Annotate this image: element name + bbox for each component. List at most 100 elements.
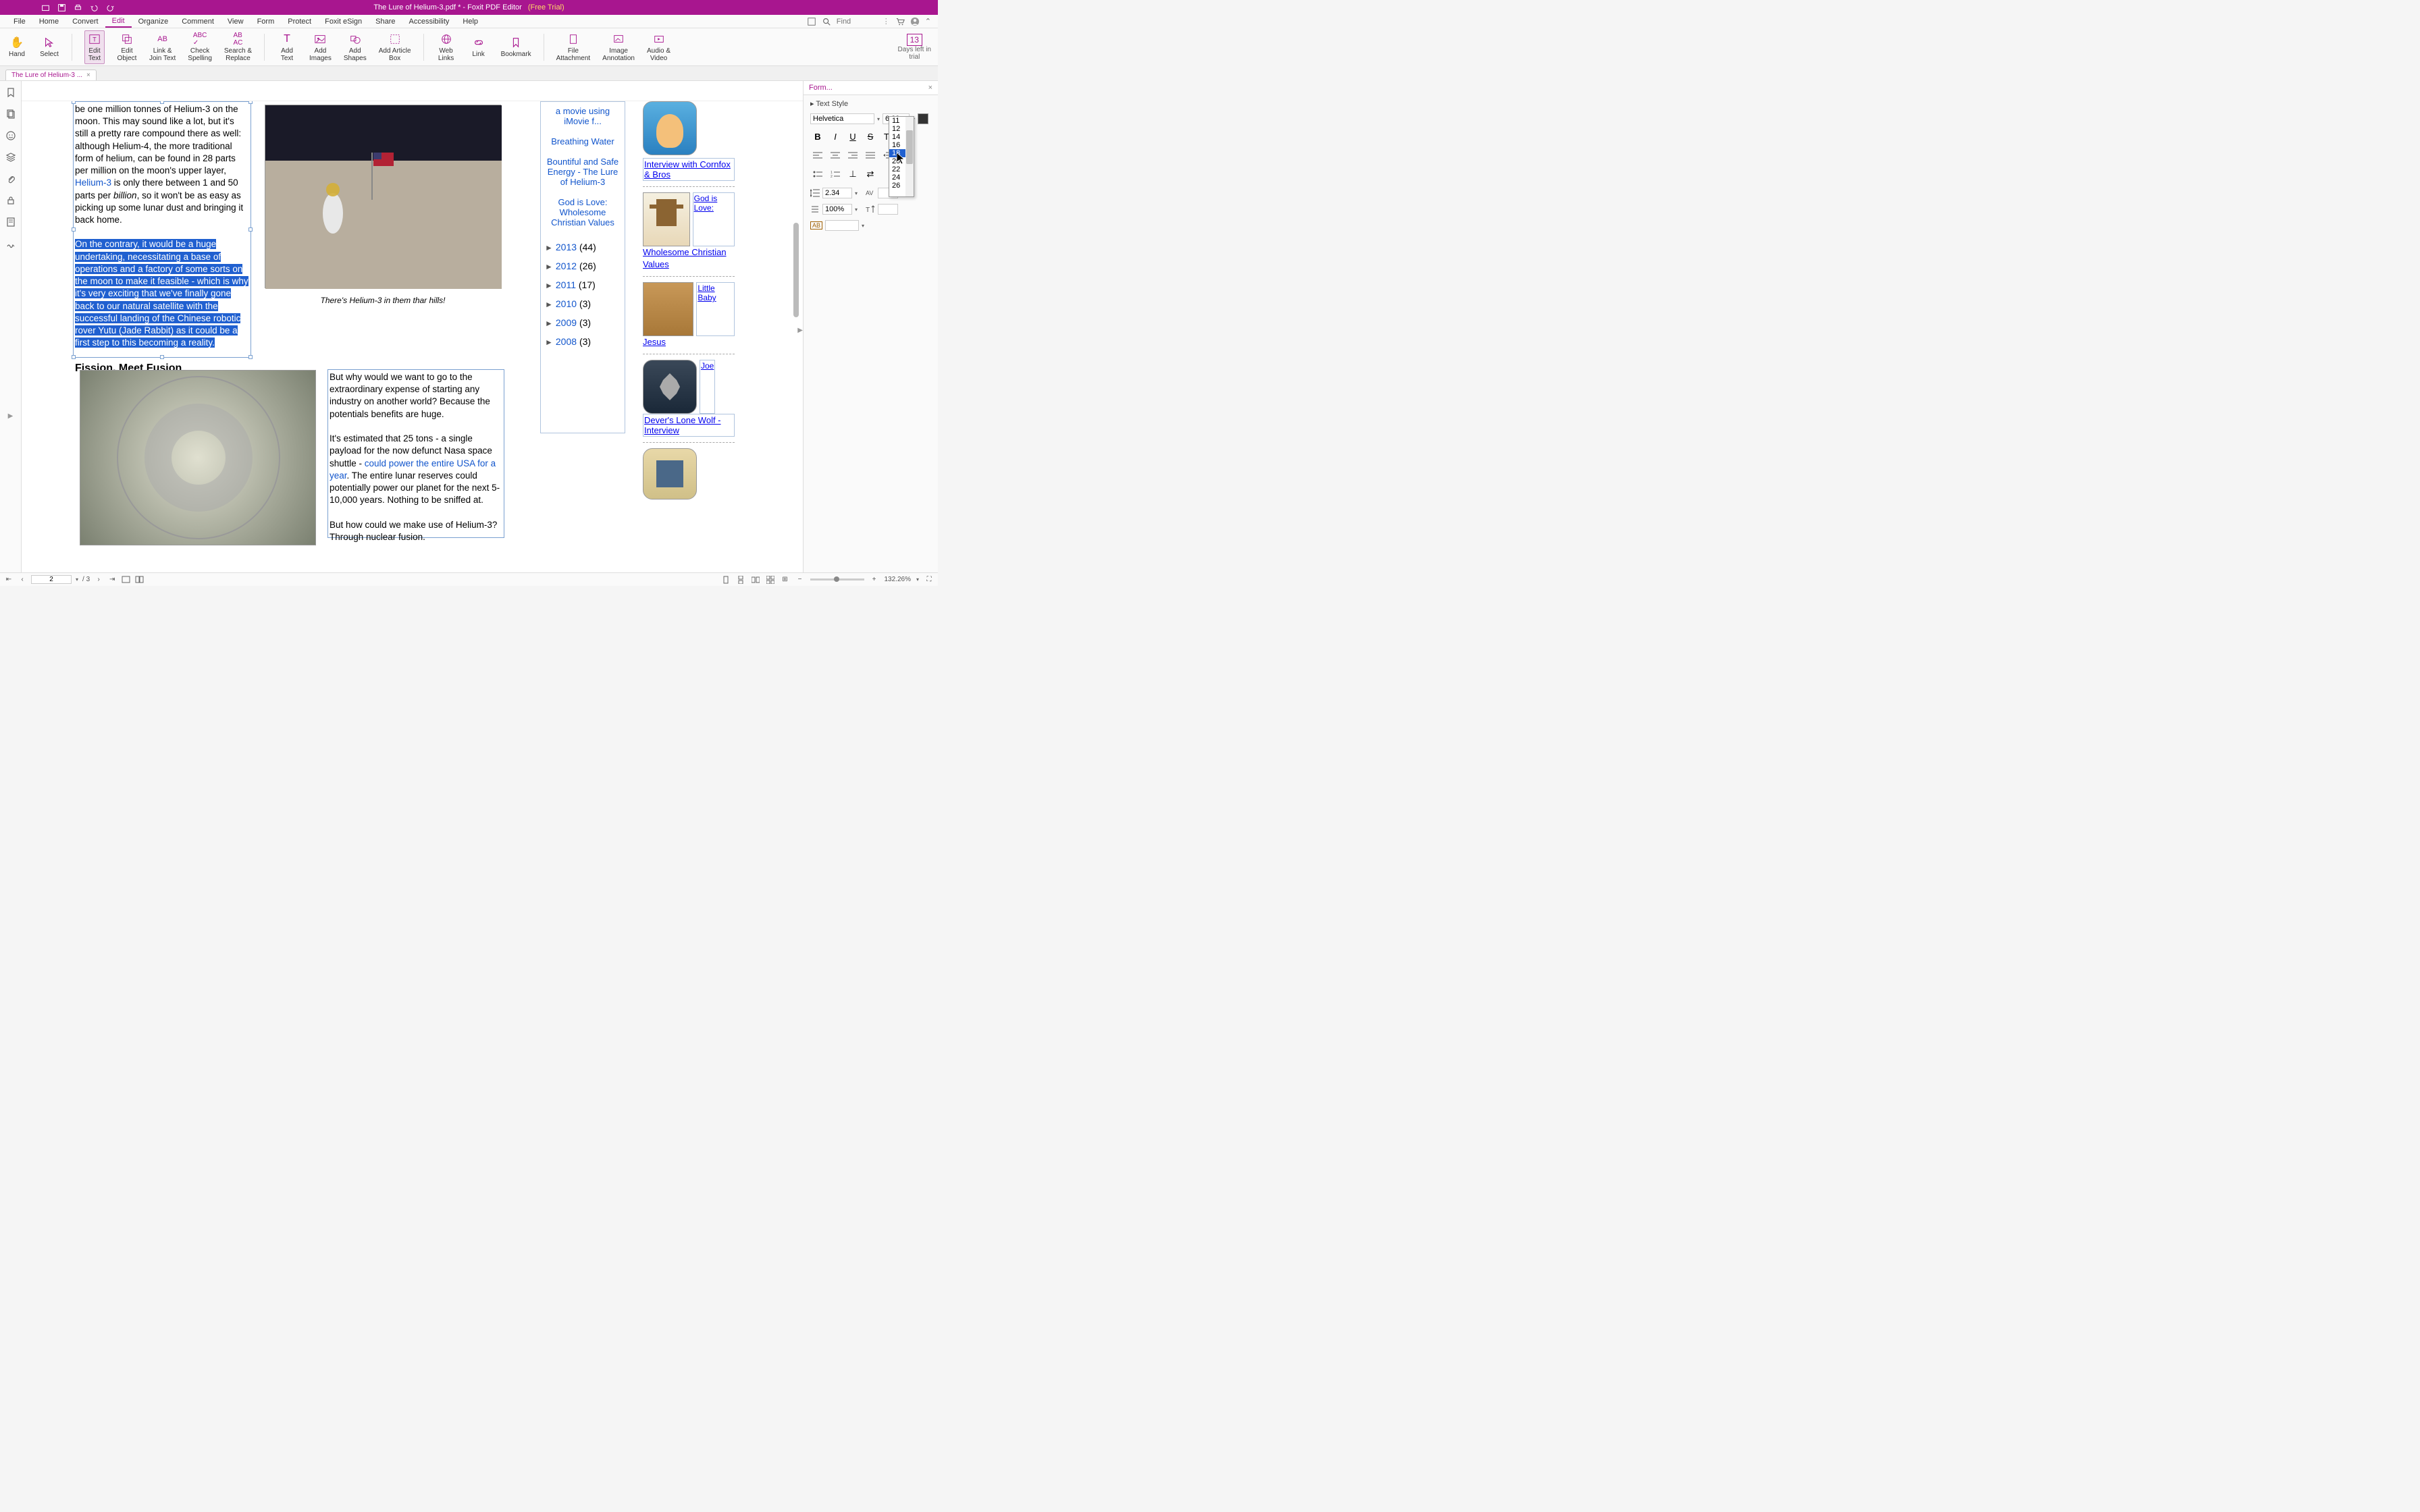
menu-convert[interactable]: Convert [65, 16, 105, 27]
panel-tab-label[interactable]: Form... [809, 84, 833, 92]
sidebar-link[interactable]: God is Love: Wholesome Christian Values [551, 197, 614, 227]
quick-settings-icon[interactable] [807, 17, 816, 26]
year-link[interactable]: 2012 [556, 261, 579, 271]
cart-icon[interactable] [895, 17, 905, 26]
thumb-title[interactable]: God is Love: [693, 192, 735, 246]
collapse-right-icon[interactable]: ▶ [797, 327, 803, 334]
close-panel-icon[interactable]: × [928, 84, 932, 92]
signatures-panel-icon[interactable] [5, 238, 17, 250]
view-mode-icon[interactable] [121, 575, 130, 585]
ribbon-audio-video[interactable]: Audio & Video [647, 32, 670, 62]
redo-icon[interactable] [105, 3, 115, 12]
fullscreen-icon[interactable]: ⛶ [924, 575, 934, 585]
ribbon-file-attach[interactable]: File Attachment [556, 32, 591, 62]
ribbon-edit-text[interactable]: TEdit Text [84, 30, 105, 64]
menu-view[interactable]: View [221, 16, 251, 27]
open-icon[interactable] [41, 3, 50, 12]
facing-page-icon[interactable] [751, 575, 760, 585]
helium3-link[interactable]: Helium-3 [75, 178, 111, 188]
next-page-icon[interactable]: › [94, 575, 103, 585]
year-link[interactable]: 2011 [556, 279, 579, 290]
sidebar-link[interactable]: Bountiful and Safe Energy - The Lure of … [547, 157, 619, 187]
ribbon-add-images[interactable]: Add Images [309, 32, 332, 62]
reflow-icon[interactable] [134, 575, 144, 585]
security-panel-icon[interactable] [5, 194, 17, 207]
menu-protect[interactable]: Protect [281, 16, 318, 27]
close-tab-icon[interactable]: × [86, 72, 90, 79]
thumb-link[interactable]: Jesus [643, 337, 666, 347]
thumb-link[interactable]: Wholesome Christian Values [643, 247, 727, 269]
expand-nav-icon[interactable]: ▶ [8, 412, 14, 420]
user-icon[interactable] [910, 17, 920, 26]
search-icon[interactable] [822, 17, 831, 26]
fields-panel-icon[interactable] [5, 216, 17, 228]
menu-esign[interactable]: Foxit eSign [318, 16, 369, 27]
highlight-input[interactable] [825, 220, 859, 231]
selected-text[interactable]: On the contrary, it would be a huge unde… [75, 239, 248, 348]
bullet-list-button[interactable] [810, 167, 825, 181]
menu-accessibility[interactable]: Accessibility [402, 16, 456, 27]
continuous-page-icon[interactable] [736, 575, 745, 585]
thumb-link[interactable]: Dever's Lone Wolf - Interview [643, 414, 735, 437]
fit-width-icon[interactable]: ⊞ [781, 575, 790, 585]
undo-icon[interactable] [89, 3, 99, 12]
menu-organize[interactable]: Organize [132, 16, 176, 27]
single-page-icon[interactable] [721, 575, 731, 585]
ribbon-edit-object[interactable]: Edit Object [117, 32, 137, 62]
ribbon-spelling[interactable]: ABC✓Check Spelling [188, 32, 212, 62]
continuous-facing-icon[interactable] [766, 575, 775, 585]
number-list-button[interactable]: 12 [828, 167, 843, 181]
underline-button[interactable]: U [845, 130, 860, 143]
menu-comment[interactable]: Comment [175, 16, 221, 27]
attachments-panel-icon[interactable] [5, 173, 17, 185]
ribbon-link-join[interactable]: ABLink & Join Text [149, 32, 176, 62]
ribbon-add-text[interactable]: TAdd Text [277, 32, 297, 62]
ribbon-bookmark[interactable]: Bookmark [501, 36, 531, 58]
bookmark-panel-icon[interactable] [5, 86, 17, 99]
zoom-out-icon[interactable]: − [795, 575, 805, 585]
clear-format-button[interactable]: ⊥ [845, 167, 860, 181]
sidebar-link[interactable]: Breathing Water [551, 136, 614, 146]
ribbon-web-links[interactable]: Web Links [436, 32, 456, 62]
font-family-input[interactable] [810, 113, 874, 124]
text-edit-box[interactable]: be one million tonnes of Helium-3 on the… [73, 101, 251, 358]
align-justify-button[interactable] [863, 148, 878, 162]
year-link[interactable]: 2010 [556, 298, 579, 309]
line-spacing-input[interactable] [822, 188, 852, 198]
body-text[interactable]: But how could we make use of Helium-3? T… [330, 520, 497, 542]
thumb-title[interactable]: Little Baby [696, 282, 735, 336]
thumb-link[interactable]: Interview with Cornfox & Bros [643, 158, 735, 181]
last-page-icon[interactable]: ⇥ [107, 575, 117, 585]
ribbon-link[interactable]: Link [469, 36, 489, 58]
thumb-title[interactable]: Joe [700, 360, 715, 414]
comments-panel-icon[interactable] [5, 130, 17, 142]
ribbon-article-box[interactable]: Add Article Box [379, 32, 411, 62]
menu-edit[interactable]: Edit [105, 16, 132, 28]
find-input[interactable] [837, 18, 877, 26]
pages-panel-icon[interactable] [5, 108, 17, 120]
menu-share[interactable]: Share [369, 16, 402, 27]
document-viewport[interactable]: be one million tonnes of Helium-3 on the… [22, 81, 803, 572]
strikethrough-button[interactable]: S [863, 130, 878, 143]
align-left-button[interactable] [810, 148, 825, 162]
text-edit-box-2[interactable]: But why would we want to go to the extra… [327, 369, 504, 538]
save-icon[interactable] [57, 3, 66, 12]
align-right-button[interactable] [845, 148, 860, 162]
collapse-ribbon-icon[interactable]: ⌃ [925, 17, 931, 26]
prev-page-icon[interactable]: ‹ [18, 575, 27, 585]
layers-panel-icon[interactable] [5, 151, 17, 163]
page-number-input[interactable] [31, 575, 72, 584]
document-tab[interactable]: The Lure of Helium-3 ... × [5, 70, 97, 80]
horizontal-scale-input[interactable] [822, 204, 852, 215]
year-link[interactable]: 2009 [556, 317, 579, 328]
align-center-button[interactable] [828, 148, 843, 162]
print-icon[interactable] [73, 3, 82, 12]
body-text[interactable]: billion [113, 190, 137, 200]
font-color-swatch[interactable] [918, 113, 928, 124]
ribbon-image-annot[interactable]: Image Annotation [602, 32, 635, 62]
sidebar-link[interactable]: a movie using iMovie f... [556, 106, 610, 126]
year-link[interactable]: 2008 [556, 336, 579, 347]
ribbon-search-replace[interactable]: ABACSearch & Replace [224, 32, 252, 62]
zoom-slider[interactable] [810, 578, 864, 580]
body-text[interactable]: be one million tonnes of Helium-3 on the… [75, 104, 241, 176]
